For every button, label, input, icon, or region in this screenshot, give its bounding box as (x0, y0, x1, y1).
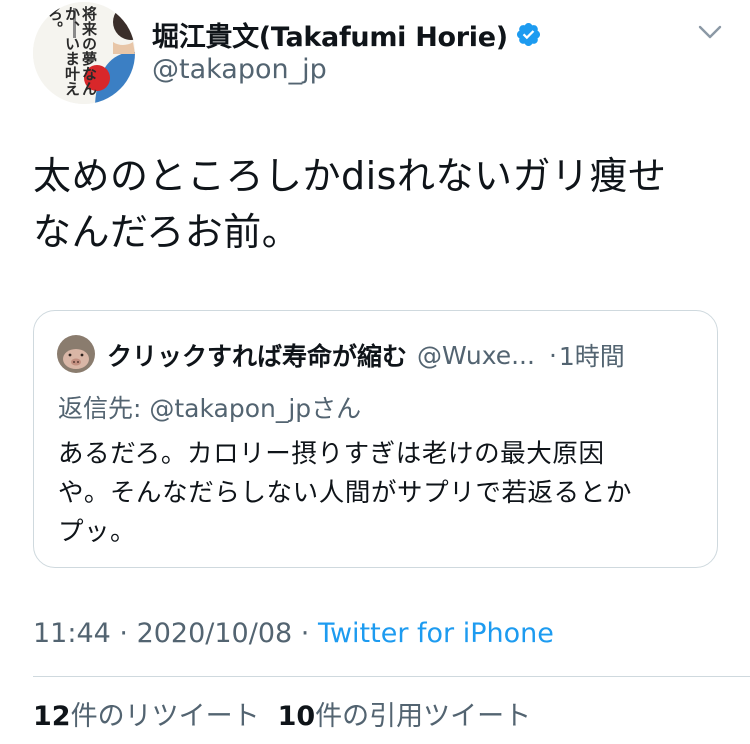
chevron-down-icon[interactable] (697, 24, 723, 40)
avatar-cover-text: 将来の夢なんか、いま叶えろ。 (46, 6, 97, 96)
tweet-text-line: 太めのところしかdisれないガリ痩せ (33, 154, 667, 198)
quoted-author-avatar[interactable] (57, 335, 95, 373)
author-name-row[interactable]: 堀江貴文(Takafumi Horie) (152, 14, 542, 54)
retweets-label: 件のリツイート (70, 701, 260, 732)
tweet-time[interactable]: 11:44 (33, 618, 111, 649)
quoted-reply-to: 返信先: @takapon_jpさん (58, 394, 362, 423)
meta-separator: · (292, 618, 318, 649)
author-avatar[interactable]: 将来の夢なんか、いま叶えろ。 (33, 2, 135, 104)
tweet-text-line: なんだろお前。 (33, 210, 301, 254)
quoted-text-line: や。そんなだらしない人間がサプリで若返るとか (58, 478, 632, 508)
meta-separator: · (110, 618, 137, 649)
pig-avatar-image (57, 335, 95, 373)
quoted-tweet-card[interactable]: クリックすれば寿命が縮む @Wuxe... · 1時間 返信先: @takapo… (33, 310, 718, 568)
quoted-author-handle[interactable]: @Wuxe... (417, 341, 535, 370)
quoted-tweet-text: あるだろ。カロリー摂りすぎは老けの最大原因 や。そんなだらしない人間がサプリで若… (58, 435, 698, 552)
quoted-tweet-time[interactable]: 1時間 (559, 337, 625, 373)
retweets-count: 12 (33, 701, 71, 732)
author-display-name[interactable]: 堀江貴文(Takafumi Horie) (152, 15, 508, 54)
verified-badge-icon (516, 22, 540, 46)
quote-tweets-stat[interactable]: 10件の引用ツイート (278, 701, 532, 732)
tweet-source-link[interactable]: Twitter for iPhone (318, 618, 554, 649)
quoted-tweet-header: クリックすれば寿命が縮む @Wuxe... · 1時間 (107, 337, 625, 373)
tweet-text: 太めのところしかdisれないガリ痩せ なんだろお前。 (33, 148, 723, 260)
quoted-text-line: あるだろ。カロリー摂りすぎは老けの最大原因 (58, 439, 605, 469)
quoted-author-name[interactable]: クリックすれば寿命が縮む (107, 337, 407, 373)
retweets-stat[interactable]: 12件のリツイート (33, 701, 260, 732)
tweet-date[interactable]: 2020/10/08 (137, 618, 293, 649)
divider (33, 676, 750, 677)
header-separator: · (548, 340, 557, 370)
quoted-text-line: プッ。 (58, 517, 137, 547)
quotes-count: 10 (277, 701, 316, 732)
tweet-stats: 12件のリツイート 10件の引用ツイート (33, 698, 531, 736)
quotes-label: 件の引用ツイート (315, 701, 532, 732)
author-handle[interactable]: @takapon_jp (152, 54, 327, 85)
tweet-meta: 11:44 · 2020/10/08 · Twitter for iPhone (33, 615, 554, 653)
